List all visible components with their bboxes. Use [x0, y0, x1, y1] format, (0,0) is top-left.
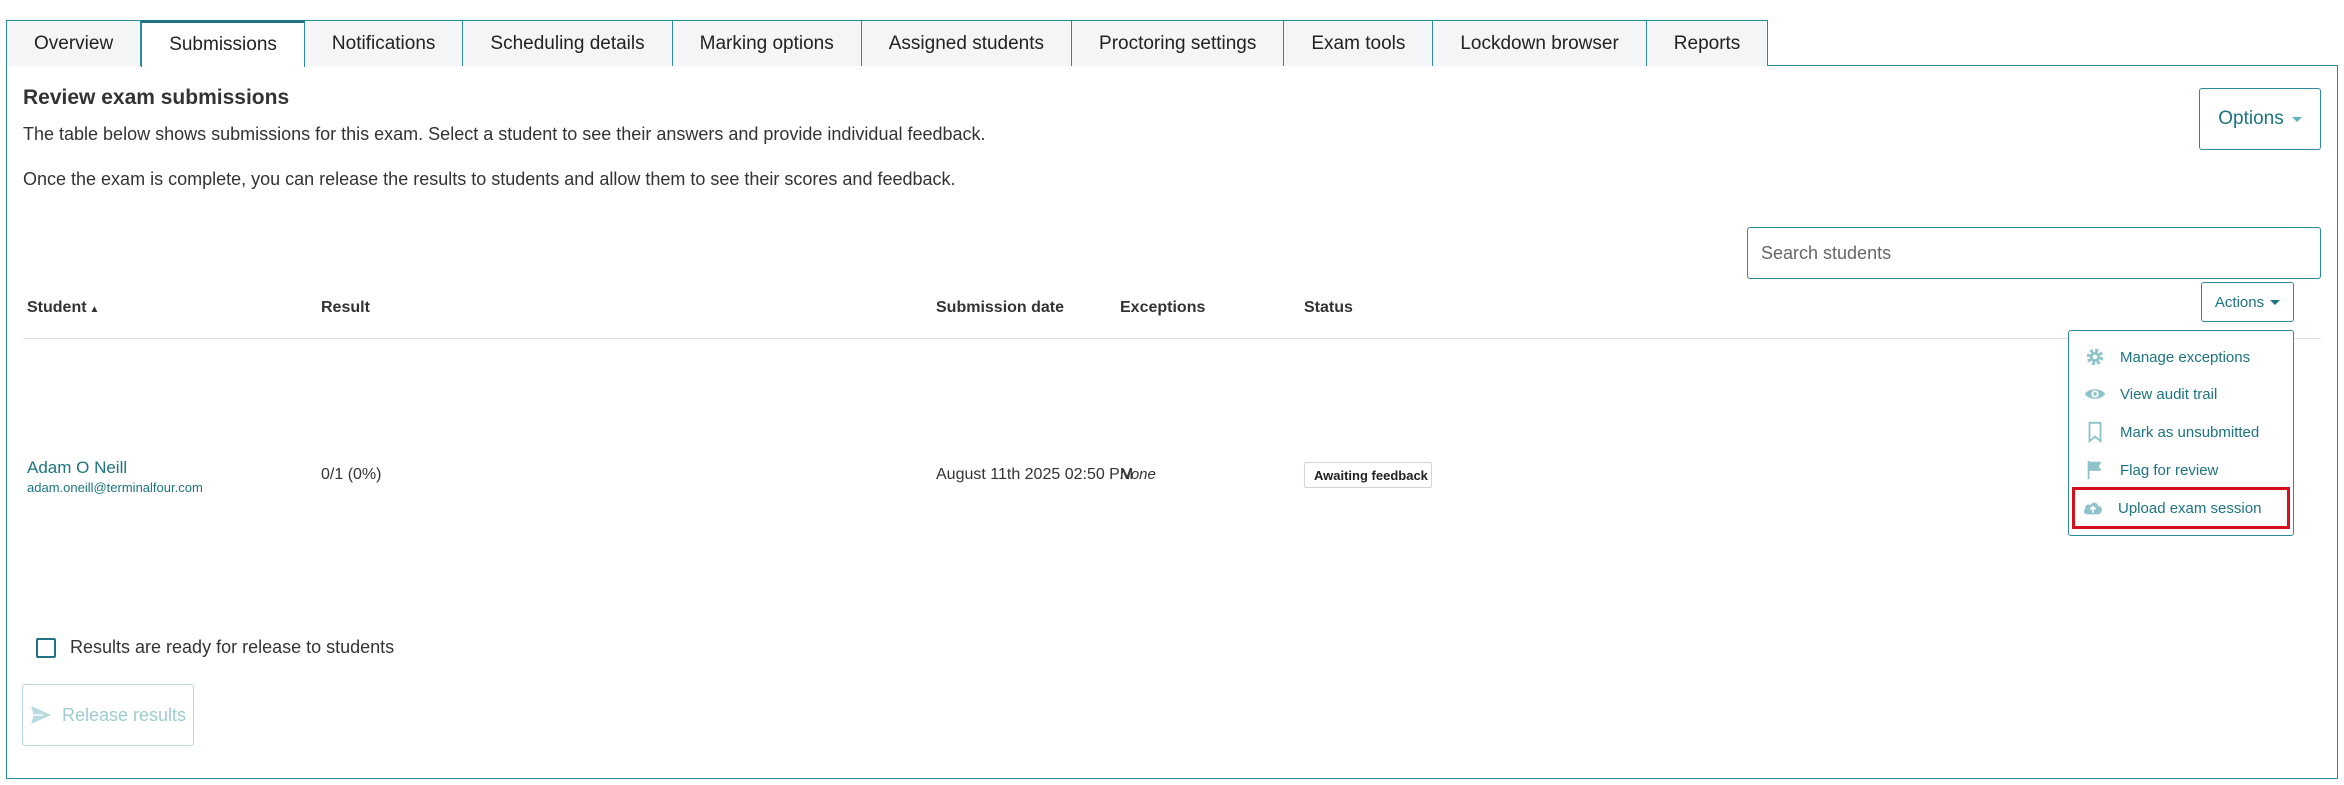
exceptions-cell: None: [1120, 466, 1156, 483]
release-ready-checkbox[interactable]: [36, 637, 56, 658]
column-header-student[interactable]: Student ▲: [27, 299, 99, 317]
tab-exam-tools[interactable]: Exam tools: [1284, 20, 1434, 66]
tab-assigned-students[interactable]: Assigned students: [861, 20, 1073, 66]
tab-scheduling-details[interactable]: Scheduling details: [463, 20, 673, 66]
chevron-down-icon: [2270, 299, 2281, 305]
menu-item-label: Manage exceptions: [2120, 348, 2251, 366]
tab-proctoring-settings[interactable]: Proctoring settings: [1072, 20, 1285, 66]
actions-dropdown-menu: Manage exceptions View audit trail Mark …: [2068, 330, 2294, 536]
menu-item-manage-exceptions[interactable]: Manage exceptions: [2077, 339, 2293, 375]
bookmark-icon: [2088, 421, 2102, 443]
column-header-submission-date: Submission date: [936, 299, 1065, 316]
column-header-student-label: Student: [27, 299, 87, 316]
options-button[interactable]: Options: [2199, 88, 2321, 150]
menu-item-mark-as-unsubmitted[interactable]: Mark as unsubmitted: [2077, 414, 2293, 450]
tab-marking-options[interactable]: Marking options: [672, 20, 862, 66]
release-description: Once the exam is complete, you can relea…: [23, 169, 956, 189]
flag-icon: [2087, 460, 2102, 480]
page-title: Review exam submissions: [23, 86, 290, 109]
status-badge: Awaiting feedback: [1304, 462, 1432, 488]
submission-date-cell: August 11th 2025 02:50 PM: [936, 466, 1134, 483]
menu-item-label: Mark as unsubmitted: [2120, 423, 2260, 441]
release-ready-checkbox-row[interactable]: Results are ready for release to student…: [36, 637, 394, 658]
paper-plane-icon: [30, 705, 51, 725]
sort-ascending-icon: ▲: [89, 304, 100, 315]
tab-lockdown-browser[interactable]: Lockdown browser: [1433, 20, 1647, 66]
submissions-panel: Review exam submissions The table below …: [6, 65, 2338, 779]
menu-item-upload-exam-session[interactable]: Upload exam session: [2072, 487, 2290, 529]
tab-reports[interactable]: Reports: [1646, 20, 1769, 66]
actions-label: Actions: [2214, 293, 2265, 311]
actions-button[interactable]: Actions: [2201, 282, 2294, 322]
release-results-button[interactable]: Release results: [22, 684, 194, 746]
result-cell: 0/1 (0%): [321, 466, 382, 483]
menu-item-label: View audit trail: [2120, 385, 2218, 403]
page-description: The table below shows submissions for th…: [23, 124, 986, 144]
release-ready-label: Results are ready for release to student…: [70, 637, 395, 657]
column-header-result: Result: [321, 299, 370, 316]
table-divider: [23, 338, 2321, 339]
menu-item-view-audit-trail[interactable]: View audit trail: [2077, 376, 2293, 412]
cloud-upload-icon: [2083, 502, 2102, 515]
chevron-down-icon: [2291, 116, 2302, 122]
tab-bar: Overview Submissions Notifications Sched…: [6, 20, 1769, 67]
menu-item-label: Upload exam session: [2118, 499, 2262, 517]
tab-notifications[interactable]: Notifications: [304, 20, 464, 66]
options-label: Options: [2218, 108, 2284, 129]
tab-submissions[interactable]: Submissions: [141, 20, 305, 67]
student-name-link[interactable]: Adam O Neill: [27, 458, 127, 478]
gear-icon: [2086, 348, 2104, 366]
eye-icon: [2084, 389, 2106, 399]
tab-overview[interactable]: Overview: [6, 20, 142, 66]
column-header-exceptions: Exceptions: [1120, 299, 1206, 316]
search-input[interactable]: [1747, 227, 2321, 279]
menu-item-flag-for-review[interactable]: Flag for review: [2077, 452, 2293, 488]
release-results-label: Release results: [61, 704, 187, 725]
menu-item-label: Flag for review: [2120, 461, 2219, 479]
column-header-status: Status: [1304, 299, 1353, 316]
student-email: adam.oneill@terminalfour.com: [27, 480, 203, 495]
